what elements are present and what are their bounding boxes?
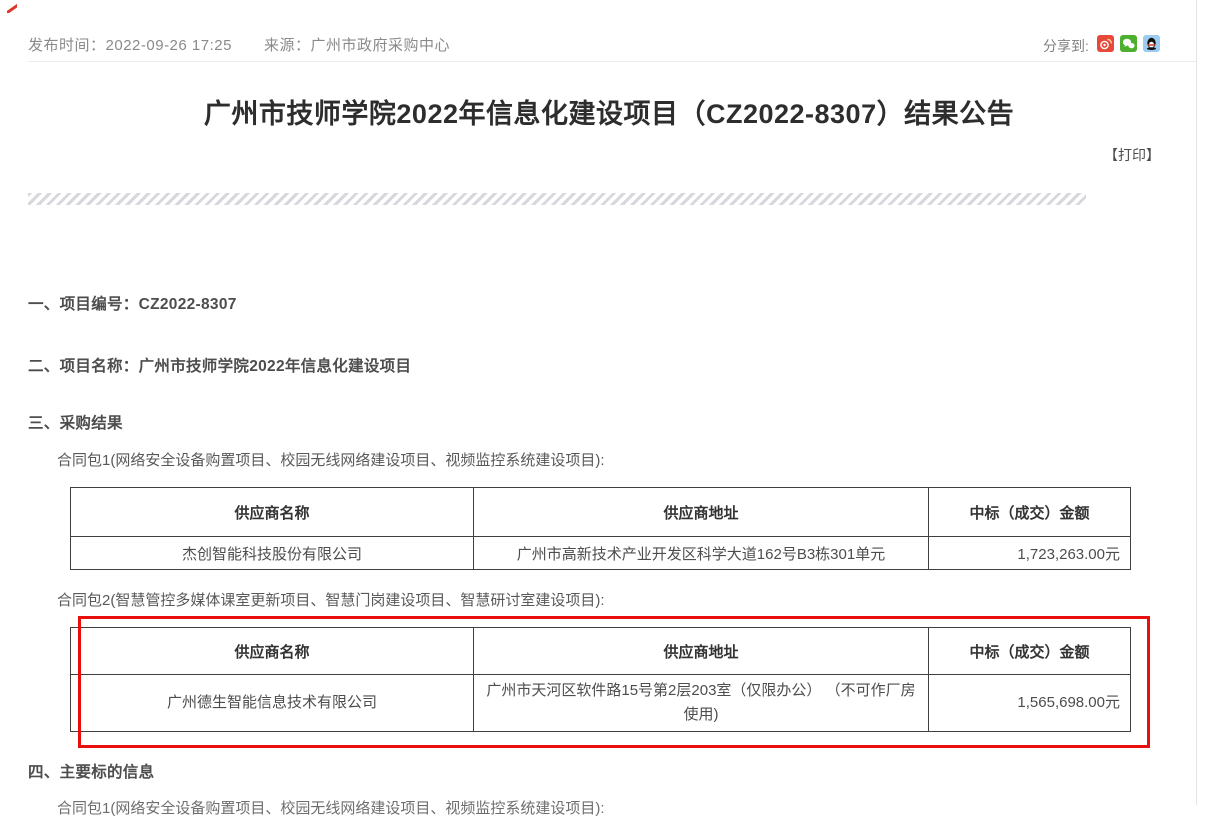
cell-award-amount: 1,565,698.00元 <box>929 675 1131 732</box>
cell-supplier-address: 广州市高新技术产业开发区科学大道162号B3栋301单元 <box>474 537 929 570</box>
section-procurement-result: 三、采购结果 <box>28 411 123 433</box>
cell-supplier-name: 杰创智能科技股份有限公司 <box>71 537 474 570</box>
section-project-name: 二、项目名称：广州市技师学院2022年信息化建设项目 <box>28 354 411 376</box>
top-divider <box>28 61 1196 62</box>
share-label: 分享到: <box>1043 36 1089 56</box>
table-row: 广州德生智能信息技术有限公司 广州市天河区软件路15号第2层203室（仅限办公）… <box>71 675 1131 732</box>
cell-supplier-name: 广州德生智能信息技术有限公司 <box>71 675 474 732</box>
section-project-number: 一、项目编号：CZ2022-8307 <box>28 292 237 314</box>
cell-award-amount: 1,723,263.00元 <box>929 537 1131 570</box>
cell-supplier-address: 广州市天河区软件路15号第2层203室（仅限办公） （不可作厂房使用) <box>474 675 929 732</box>
package2-label: 合同包2(智慧管控多媒体课室更新项目、智慧门岗建设项目、智慧研讨室建设项目): <box>57 589 605 610</box>
header-supplier-address: 供应商地址 <box>474 488 929 537</box>
package2-result-table: 供应商名称 供应商地址 中标（成交）金额 广州德生智能信息技术有限公司 广州市天… <box>70 627 1131 732</box>
source-value: 广州市政府采购中心 <box>310 37 450 54</box>
header-award-amount: 中标（成交）金额 <box>929 628 1131 675</box>
print-button[interactable]: 【打印】 <box>1104 145 1160 165</box>
wechat-icon[interactable] <box>1120 35 1137 52</box>
table-header-row: 供应商名称 供应商地址 中标（成交）金额 <box>71 488 1131 537</box>
article-meta: 发布时间：2022-09-26 17:25 来源：广州市政府采购中心 <box>28 34 450 55</box>
header-award-amount: 中标（成交）金额 <box>929 488 1131 537</box>
header-supplier-address: 供应商地址 <box>474 628 929 675</box>
weibo-icon[interactable] <box>1097 35 1114 52</box>
clipped-bottom-text: 合同包1(网络安全设备购置项目、校园无线网络建设项目、视频监控系统建设项目): <box>57 797 605 818</box>
package1-result-table: 供应商名称 供应商地址 中标（成交）金额 杰创智能科技股份有限公司 广州市高新技… <box>70 487 1131 570</box>
header-supplier-name: 供应商名称 <box>71 628 474 675</box>
page-title: 广州市技师学院2022年信息化建设项目（CZ2022-8307）结果公告 <box>0 92 1218 131</box>
section-main-subject-info: 四、主要标的信息 <box>28 760 154 782</box>
corner-red-mark <box>7 4 17 13</box>
publish-time-label: 发布时间： <box>28 37 106 54</box>
publish-time-value: 2022-09-26 17:25 <box>106 37 232 54</box>
table-header-row: 供应商名称 供应商地址 中标（成交）金额 <box>71 628 1131 675</box>
hatched-divider <box>28 193 1086 205</box>
qq-icon[interactable] <box>1143 35 1160 52</box>
table-row: 杰创智能科技股份有限公司 广州市高新技术产业开发区科学大道162号B3栋301单… <box>71 537 1131 570</box>
source-label: 来源： <box>264 37 311 54</box>
package1-label: 合同包1(网络安全设备购置项目、校园无线网络建设项目、视频监控系统建设项目): <box>57 449 605 470</box>
header-supplier-name: 供应商名称 <box>71 488 474 537</box>
